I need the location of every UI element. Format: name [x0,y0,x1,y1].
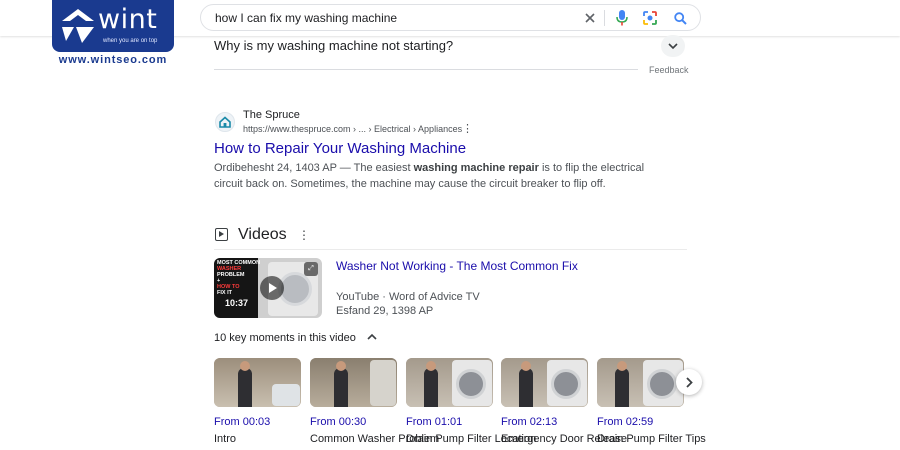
thumb-text: FIX IT [217,290,232,296]
result-title[interactable]: How to Repair Your Washing Machine [214,140,466,157]
chevron-up-icon[interactable] [367,333,377,340]
video-source: YouTube · Word of Advice TV [336,291,480,303]
video-icon [215,228,228,241]
house-icon [219,116,231,128]
divider [214,249,687,250]
paa-question[interactable]: Why is my washing machine not starting? [214,38,453,53]
result-site-name[interactable]: The Spruce [243,109,300,121]
key-moments-label[interactable]: 10 key moments in this video [214,332,356,344]
result-date: Ordibehesht 24, 1403 AP [214,162,337,174]
videos-more-icon[interactable]: ⋮ [298,228,310,242]
person-head [426,361,436,371]
snippet-bold: washing machine repair [413,162,539,174]
person-figure [238,368,252,407]
video-duration: 10:37 [225,298,249,308]
key-moment-thumbnail[interactable] [214,358,301,407]
search-box[interactable]: how I can fix my washing machine [200,4,701,31]
lens-icon[interactable] [641,9,659,27]
search-icon[interactable] [671,9,689,27]
key-moment-time[interactable]: From 00:03 [214,416,302,428]
result-url[interactable]: https://www.thespruce.com › ... › Electr… [243,124,462,134]
washer-door [647,369,677,399]
result-snippet: Ordibehesht 24, 1403 AP — The easiest wa… [214,160,654,192]
person-head [617,361,627,371]
thumb-text: PROBLEM [217,272,245,278]
wint-logo-mark [62,9,94,43]
washer-door [551,369,581,399]
feedback-link[interactable]: Feedback [649,65,689,75]
key-moment-time[interactable]: From 02:13 [501,416,589,428]
chevron-down-icon[interactable] [661,35,685,57]
washer-figure [272,384,300,406]
snippet-text: — The easiest [336,162,414,174]
video-date: Esfand 29, 1398 AP [336,305,434,317]
key-moment-thumbnail[interactable] [597,358,684,407]
key-moment[interactable]: From 02:13 Emergency Door Release [501,358,627,445]
key-moment-caption: Intro [214,433,237,445]
play-icon[interactable] [260,276,284,300]
logo-wordmark: wint [98,4,158,35]
key-moment-caption: Emergency Door Release [501,433,627,445]
logo-tagline: when you are on top [103,38,158,44]
key-moment-caption: Drain Pump Filter Location [406,433,537,445]
key-moment-thumbnail[interactable] [310,358,397,407]
wint-logo: wint when you are on top [52,0,174,52]
key-moment[interactable]: From 00:30 Common Washer Problem [310,358,440,445]
carousel-next-button[interactable] [676,369,702,395]
washer-door [456,369,486,399]
site-favicon [215,112,235,132]
mic-icon[interactable] [613,9,631,27]
key-moment-time[interactable]: From 00:30 [310,416,398,428]
person-head [521,361,531,371]
person-figure [519,368,533,407]
key-moment-time[interactable]: From 01:01 [406,416,494,428]
key-moment[interactable]: From 01:01 Drain Pump Filter Location [406,358,537,445]
key-moment[interactable]: From 00:03 Intro [214,358,302,445]
key-moment-thumbnail[interactable] [406,358,493,407]
videos-heading: Videos [238,226,287,243]
divider [214,69,638,70]
person-figure [334,368,348,407]
expand-icon[interactable]: ⤢ [304,262,318,276]
key-moment-caption: Drain Pump Filter Tips [597,433,706,445]
key-moment-thumbnail[interactable] [501,358,588,407]
video-title[interactable]: Washer Not Working - The Most Common Fix [336,259,578,273]
chevron-right-icon [686,376,693,388]
person-figure [615,368,629,407]
person-figure [424,368,438,407]
video-thumbnail[interactable]: MOST COMMON WASHER PROBLEM + HOW TO FIX … [214,258,322,318]
close-icon[interactable] [581,9,599,27]
watermark-url: www.wintseo.com [58,54,168,66]
person-head [336,361,346,371]
key-moment-time[interactable]: From 02:59 [597,416,685,428]
search-divider [604,10,605,26]
key-moment-caption: Common Washer Problem [310,433,440,445]
person-head [240,361,250,371]
search-query[interactable]: how I can fix my washing machine [215,11,397,25]
more-options-icon[interactable]: ⋮ [462,122,473,135]
washer-figure [370,360,396,406]
key-moment[interactable]: From 02:59 Drain Pump Filter Tips [597,358,706,445]
